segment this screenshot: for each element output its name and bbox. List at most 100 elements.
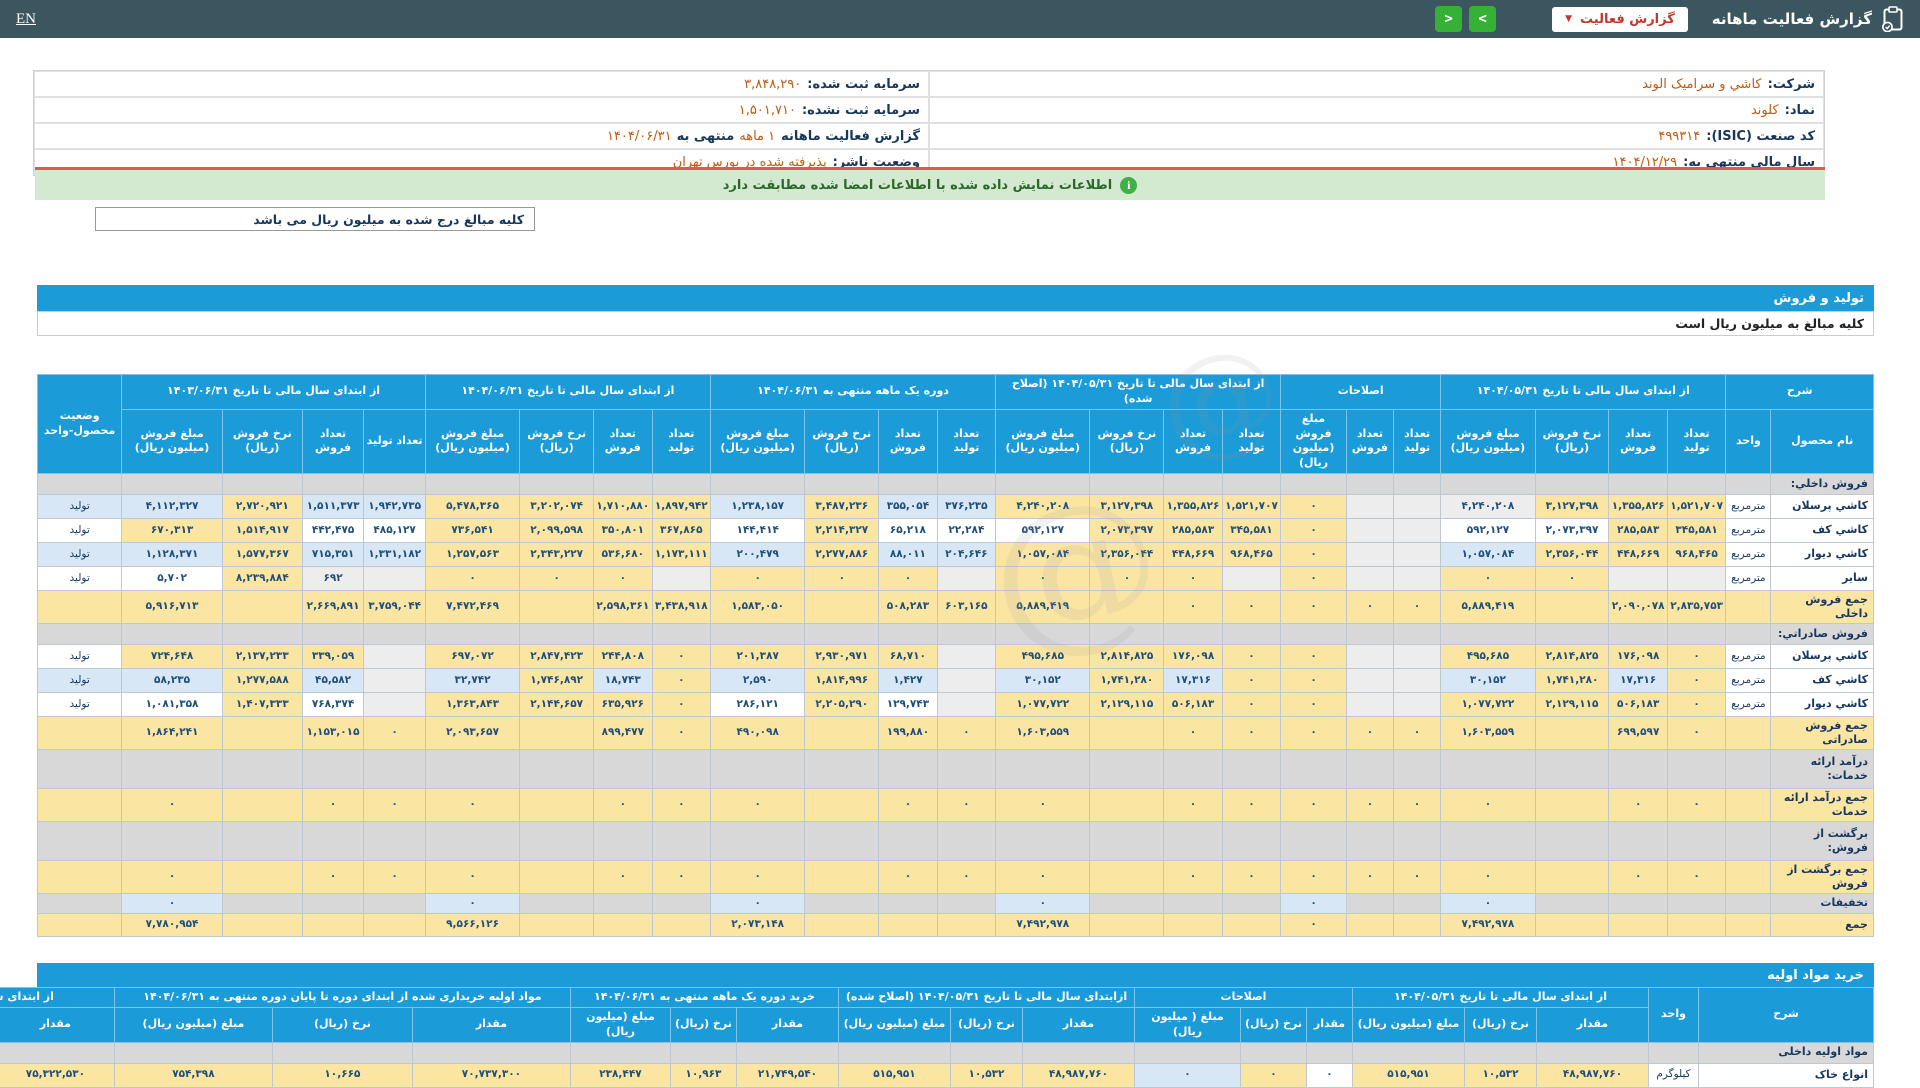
status-cell — [36, 590, 123, 625]
value-cell: ۲,۰۹۳,۶۵۷ — [424, 716, 521, 751]
value-cell: ۵,۸۸۹,۴۱۹ — [1440, 590, 1536, 625]
value-cell: ۰ — [1440, 860, 1536, 895]
value-cell — [1221, 913, 1282, 938]
value-cell: ۰ — [1666, 788, 1727, 823]
value-cell: ۱,۳۵۵,۸۲۶ — [1163, 494, 1223, 520]
value-cell — [593, 623, 653, 646]
value-cell — [519, 749, 595, 790]
value-cell: ۳,۷۵۹,۰۴۴ — [363, 590, 426, 625]
language-switch-en[interactable]: EN — [16, 11, 36, 28]
value-cell — [121, 623, 223, 646]
value-cell: ۰ — [1221, 668, 1282, 694]
page-title: گزارش فعالیت ماهانه — [1711, 10, 1872, 28]
value-cell: ۲۰۰,۴۷۹ — [709, 542, 806, 568]
value-cell — [1089, 473, 1165, 496]
period-group-header: مواد اولیه خریداری شده از ابتدای دوره تا… — [113, 987, 571, 1008]
purchase-section-bar: خرید مواد اولیه — [37, 963, 1874, 987]
value-cell: ۰ — [121, 788, 223, 823]
value-cell — [1536, 1041, 1649, 1064]
value-cell — [1163, 913, 1223, 938]
value-cell: ۹۶۸,۴۶۵ — [1221, 542, 1282, 568]
value-cell: ۲,۸۳۵,۷۵۳ — [1666, 590, 1727, 625]
value-cell — [1393, 821, 1442, 862]
value-cell: ۰ — [1163, 716, 1223, 751]
value-cell — [651, 893, 712, 915]
value-cell — [1345, 494, 1395, 520]
value-cell — [936, 623, 997, 646]
value-cell — [1021, 1041, 1135, 1064]
value-cell — [1608, 913, 1668, 938]
value-cell: ۰ — [424, 893, 521, 915]
value-cell — [1440, 749, 1536, 790]
value-cell — [1393, 518, 1442, 544]
value-cell: ۶۵,۲۱۸ — [878, 518, 938, 544]
value-cell — [1393, 623, 1442, 646]
value-cell: ۰ — [301, 860, 365, 895]
value-cell — [36, 821, 123, 862]
value-cell — [804, 623, 880, 646]
value-cell: ۰ — [1345, 788, 1395, 823]
value-cell: ۰ — [1666, 644, 1727, 670]
value-cell — [1608, 566, 1668, 592]
table-row: کاشي پرسلان مترمربع ۰ ۱۷۶,۰۹۸ ۲,۸۱۴,۸۲۵ ۴۹۵,۶… — [36, 644, 1874, 670]
purchase-section-title: خرید مواد اولیه — [1767, 967, 1864, 983]
period-group-header: از ابتدای سال مالی تا تاریخ ۱۴۰۴/۰۵/۳۱ (… — [995, 374, 1282, 410]
value-cell: ۱,۵۱۴,۹۱۷ — [221, 518, 303, 544]
value-cell — [519, 821, 595, 862]
value-cell: ۶۹۲ — [301, 566, 365, 592]
value-cell: ۰ — [1534, 566, 1610, 592]
next-report-button[interactable]: > — [1469, 6, 1497, 32]
value-cell: ۲,۰۷۳,۳۹۷ — [1089, 518, 1165, 544]
period-group-header: از ابتدای سال مالی تا تاریخ ۱۴۰۴/۰۵/۳۱ — [1352, 987, 1649, 1008]
value-cell: ۷۱۵,۳۵۱ — [301, 542, 365, 568]
value-cell — [1221, 749, 1282, 790]
value-cell — [1534, 893, 1610, 915]
value-cell: ۲,۲۱۴,۳۲۷ — [804, 518, 880, 544]
unit-cell — [1725, 913, 1772, 938]
value-cell — [1440, 623, 1536, 646]
value-cell — [949, 1041, 1023, 1064]
info-value: ۱ ماهه — [739, 128, 776, 144]
previous-report-button[interactable]: < — [1435, 6, 1463, 32]
group-row: درآمد ارائه خدمات: — [36, 749, 1874, 790]
value-cell — [1393, 749, 1442, 790]
value-cell: ۷۵,۳۲۲,۵۳۰ — [0, 1062, 115, 1088]
value-cell — [995, 749, 1091, 790]
metric-header: مقدار — [1536, 1006, 1649, 1043]
value-cell: ۰ — [1280, 644, 1347, 670]
value-cell: ۸,۲۳۹,۸۸۴ — [221, 566, 303, 592]
value-cell — [519, 860, 595, 895]
value-cell: ۶۹۷,۰۷۲ — [424, 644, 521, 670]
value-cell: ۲,۸۱۴,۸۲۵ — [1534, 644, 1610, 670]
value-cell: ۲,۳۵۶,۰۴۴ — [1089, 542, 1165, 568]
value-cell — [1345, 749, 1395, 790]
sales-section-bar: تولید و فروش — [37, 285, 1874, 311]
value-cell: ۳۴۵,۵۸۱ — [1221, 518, 1282, 544]
value-cell: ۳۴۵,۵۸۱ — [1666, 518, 1727, 544]
report-type-dropdown[interactable]: گزارش فعالیت ▼ — [1552, 6, 1688, 32]
value-cell: ۰ — [1393, 590, 1442, 625]
value-cell: ۱,۱۲۸,۳۷۱ — [121, 542, 223, 568]
value-cell — [1393, 913, 1442, 938]
value-cell: ۰ — [1280, 494, 1347, 520]
value-cell — [804, 913, 880, 938]
value-cell: ۱,۳۳۱,۱۸۲ — [363, 542, 426, 568]
value-cell — [1534, 749, 1610, 790]
value-cell: ۱,۵۸۳,۰۵۰ — [709, 590, 806, 625]
value-cell — [1534, 590, 1610, 625]
value-cell: ۲,۷۲۰,۹۲۱ — [221, 494, 303, 520]
value-cell — [1534, 860, 1610, 895]
value-cell: ۰ — [1221, 644, 1282, 670]
value-cell — [221, 821, 303, 862]
value-cell: ۳,۱۲۷,۳۹۸ — [1534, 494, 1610, 520]
metric-header: مبلغ (میلیون ریال) — [837, 1006, 951, 1043]
value-cell: ۰ — [651, 860, 712, 895]
value-cell: ۱,۰۷۷,۷۲۲ — [995, 692, 1091, 718]
value-cell — [1221, 893, 1282, 915]
value-cell: ۱۰,۶۶۵ — [271, 1062, 413, 1088]
value-cell: ۷۲۴,۶۴۸ — [121, 644, 223, 670]
value-cell: ۱,۷۴۱,۲۸۰ — [1534, 668, 1610, 694]
value-cell: ۱,۴۰۷,۳۳۳ — [221, 692, 303, 718]
value-cell: ۰ — [1221, 716, 1282, 751]
value-cell — [363, 692, 426, 718]
